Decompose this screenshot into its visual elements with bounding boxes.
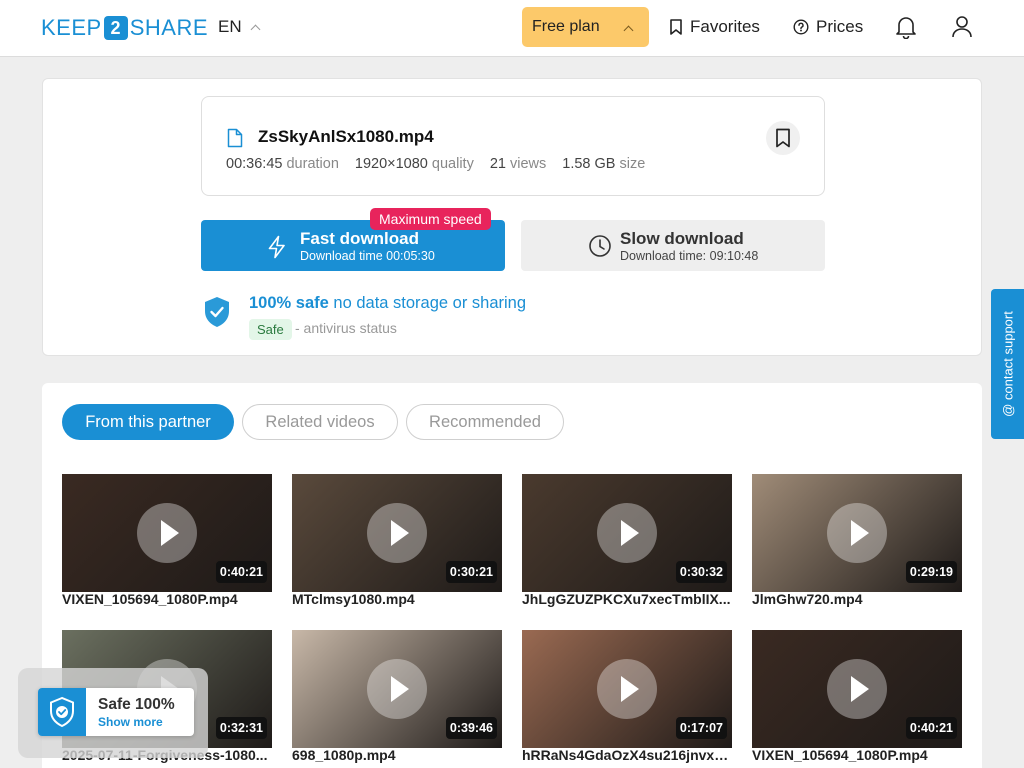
size-meta: 1.58 GB size <box>562 156 645 172</box>
video-duration: 0:32:31 <box>215 717 267 739</box>
video-title[interactable]: 698_1080p.mp4 <box>292 747 502 763</box>
video-thumbnail[interactable]: 0:30:32 <box>522 474 732 592</box>
chevron-up-icon <box>623 25 634 36</box>
file-meta: 00:36:45 duration 1920×1080 quality 21 v… <box>226 156 645 172</box>
video-thumbnail[interactable]: 0:17:07 <box>522 630 732 748</box>
video-thumbnail[interactable]: 0:29:19 <box>752 474 962 592</box>
video-thumbnail[interactable]: 0:39:46 <box>292 630 502 748</box>
video-title[interactable]: VIXEN_105694_1080P.mp4 <box>752 747 962 763</box>
language-selector[interactable]: EN <box>218 17 261 37</box>
shield-check-icon <box>38 688 86 736</box>
user-account-button[interactable] <box>949 14 975 40</box>
quality-label: quality <box>431 156 474 172</box>
safe-widget-show-more[interactable]: Show more <box>98 715 163 729</box>
safe-widget-title: Safe 100% <box>98 696 175 713</box>
bell-icon <box>896 17 916 39</box>
logo-text-right: SHARE <box>129 15 208 40</box>
views-value: 21 <box>489 156 506 172</box>
file-card: ZsSkyAnlSx1080.mp4 00:36:45 duration 192… <box>42 78 982 356</box>
video-duration: 0:30:32 <box>675 561 727 583</box>
video-thumbnail[interactable]: 0:40:21 <box>752 630 962 748</box>
bookmark-icon <box>776 128 790 148</box>
contact-support-tab[interactable]: @ contact support <box>991 289 1024 439</box>
video-title[interactable]: hRRaNs4GdaOzX4su216jnvxa... <box>522 747 732 763</box>
file-name: ZsSkyAnlSx1080.mp4 <box>258 127 434 146</box>
size-label: size <box>619 156 646 172</box>
language-label: EN <box>218 17 242 36</box>
play-icon[interactable] <box>597 503 657 563</box>
chevron-up-icon <box>250 24 261 34</box>
play-icon[interactable] <box>367 659 427 719</box>
play-icon[interactable] <box>827 503 887 563</box>
safety-message: 100% safe no data storage or sharing <box>249 294 526 313</box>
video-duration: 0:40:21 <box>905 717 957 739</box>
plan-label: Free plan <box>532 18 600 35</box>
video-title[interactable]: JlmGhw720.mp4 <box>752 591 962 607</box>
plan-button[interactable]: Free plan <box>522 7 649 47</box>
fast-download-time: Download time 00:05:30 <box>300 249 435 263</box>
duration-label: duration <box>286 156 339 172</box>
video-thumbnail[interactable]: 0:40:21 <box>62 474 272 592</box>
notifications-button[interactable] <box>893 14 919 40</box>
safe-widget[interactable]: Safe 100% Show more <box>38 688 194 736</box>
help-circle-icon <box>793 19 809 35</box>
slow-download-button[interactable]: Slow download Download time: 09:10:48 <box>521 220 825 271</box>
video-duration: 0:17:07 <box>675 717 727 739</box>
video-duration: 0:29:19 <box>905 561 957 583</box>
safety-rest: no data storage or sharing <box>333 294 527 312</box>
video-title[interactable]: VIXEN_105694_1080P.mp4 <box>62 591 272 607</box>
quality-value: 1920×1080 <box>354 156 428 172</box>
views-label: views <box>510 156 547 172</box>
contact-support-label: @ contact support <box>1000 311 1015 417</box>
favorites-link[interactable]: Favorites <box>669 17 760 37</box>
max-speed-badge: Maximum speed <box>370 208 491 230</box>
keep2share-logo[interactable]: KEEP 2 SHARE <box>41 15 208 41</box>
antivirus-status: - antivirus status <box>295 320 397 336</box>
slow-download-time: Download time: 09:10:48 <box>620 249 759 263</box>
video-thumbnail[interactable]: 0:30:21 <box>292 474 502 592</box>
bookmark-icon <box>670 19 682 35</box>
views-meta: 21 views <box>490 156 546 172</box>
file-info-box: ZsSkyAnlSx1080.mp4 00:36:45 duration 192… <box>201 96 825 196</box>
video-duration: 0:39:46 <box>445 717 497 739</box>
shield-check-icon <box>205 297 229 327</box>
clock-icon <box>589 235 611 257</box>
file-icon <box>227 128 243 148</box>
video-title[interactable]: JhLgGZUZPKCXu7xecTmblIX... <box>522 591 732 607</box>
tab-recommended[interactable]: Recommended <box>406 404 564 440</box>
size-value: 1.58 GB <box>562 156 616 172</box>
bookmark-button[interactable] <box>766 121 800 155</box>
logo-number: 2 <box>103 16 128 40</box>
duration-meta: 00:36:45 duration <box>226 156 339 172</box>
favorites-label: Favorites <box>690 17 760 36</box>
duration-value: 00:36:45 <box>226 156 283 172</box>
fast-download-title: Fast download <box>300 229 419 248</box>
logo-text-left: KEEP <box>41 15 102 40</box>
tab-related-videos[interactable]: Related videos <box>242 404 398 440</box>
video-duration: 0:40:21 <box>215 561 267 583</box>
top-header: KEEP 2 SHARE EN Free plan Favorites Pric… <box>0 0 1024 57</box>
slow-download-title: Slow download <box>620 229 744 248</box>
play-icon[interactable] <box>827 659 887 719</box>
play-icon[interactable] <box>367 503 427 563</box>
play-icon[interactable] <box>597 659 657 719</box>
video-title[interactable]: MTclmsy1080.mp4 <box>292 591 502 607</box>
play-icon[interactable] <box>137 503 197 563</box>
prices-link[interactable]: Prices <box>793 17 863 37</box>
safety-strong: 100% safe <box>249 294 329 312</box>
lightning-icon <box>268 235 285 259</box>
video-duration: 0:30:21 <box>445 561 497 583</box>
prices-label: Prices <box>816 17 864 36</box>
user-icon <box>952 16 972 38</box>
safe-tag: Safe <box>249 319 292 340</box>
quality-meta: 1920×1080 quality <box>355 156 474 172</box>
tab-from-this-partner[interactable]: From this partner <box>62 404 234 440</box>
